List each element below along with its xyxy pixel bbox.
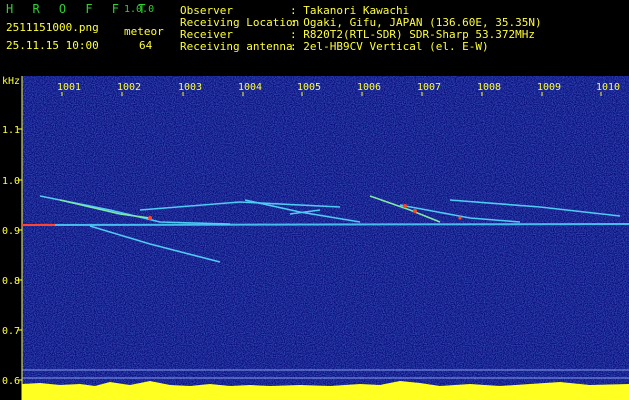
header-panel: H R O F F T 1.0.0 2511151000.png 25.11.1… [0,0,629,76]
spectrogram-svg: kHz 1.1 1.0 0.9 0.8 0.7 0.6 1001 1002 10… [0,76,629,400]
x-tick-1001: 1001 [57,82,81,93]
hot-spot [458,216,462,220]
x-tick-1004: 1004 [238,82,262,93]
meteor-label: meteor [124,25,164,38]
x-tick-1010: 1010 [596,82,620,93]
y-tick-0.9: 0.9 [2,226,20,237]
x-tick-1008: 1008 [477,82,501,93]
unit-label: kHz [2,76,20,87]
noise-texture [0,76,629,400]
x-tick-1003: 1003 [178,82,202,93]
spectrogram-plot: kHz 1.1 1.0 0.9 0.8 0.7 0.6 1001 1002 10… [0,76,629,400]
y-tick-1.0: 1.0 [2,176,20,187]
filename: 2511151000.png [6,21,99,34]
x-tick-1006: 1006 [357,82,381,93]
x-tick-1009: 1009 [537,82,561,93]
meteor-count: 64 [139,39,153,52]
hot-spot [413,209,417,213]
x-tick-1002: 1002 [117,82,141,93]
app-version: 1.0.0 [124,4,155,15]
antenna-label: Receiving antenna [180,40,293,53]
hot-spot [148,216,152,220]
datetime: 25.11.15 10:00 [6,39,99,52]
x-tick-1005: 1005 [297,82,321,93]
y-tick-0.8: 0.8 [2,276,20,287]
y-tick-0.6: 0.6 [2,376,20,387]
hot-spot [403,204,407,208]
x-tick-1007: 1007 [417,82,441,93]
y-tick-1.1: 1.1 [2,125,20,136]
antenna-value: : 2el-HB9CV Vertical (el. E-W) [290,40,489,53]
y-tick-0.7: 0.7 [2,326,20,337]
carrier-line [21,223,629,226]
